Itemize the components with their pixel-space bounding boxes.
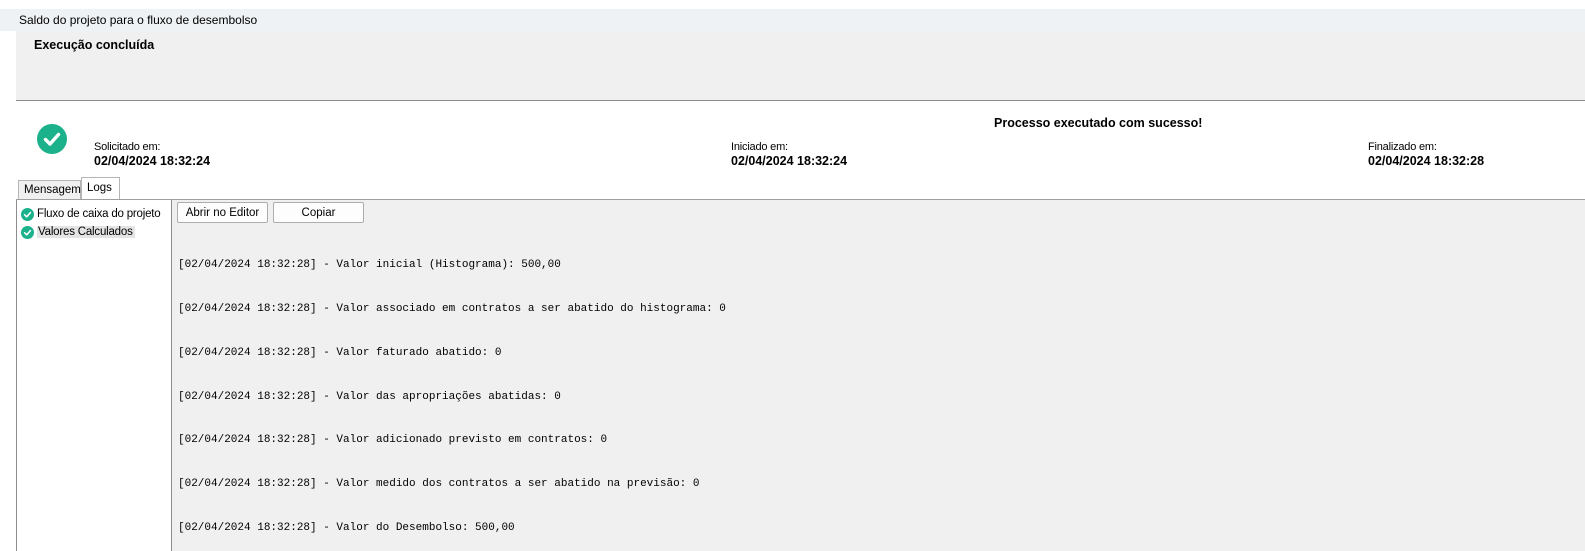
log-line: [02/04/2024 18:32:28] - Valor do Desembo… bbox=[178, 521, 515, 534]
finished-time-block: Finalizado em: 02/04/2024 18:32:28 bbox=[1368, 141, 1484, 168]
status-message: Processo executado com sucesso! bbox=[994, 116, 1203, 130]
check-circle-icon bbox=[37, 124, 67, 154]
tab-mensagem[interactable]: Mensagem bbox=[18, 180, 81, 199]
tree-item-valores-calculados[interactable]: Valores Calculados bbox=[17, 223, 171, 241]
open-in-editor-button[interactable]: Abrir no Editor bbox=[177, 202, 268, 223]
started-value: 02/04/2024 18:32:24 bbox=[731, 154, 848, 168]
log-line: [02/04/2024 18:32:28] - Valor das apropr… bbox=[178, 390, 561, 403]
tree-item-label: Valores Calculados bbox=[37, 226, 135, 238]
started-time-block: Iniciado em: 02/04/2024 18:32:24 bbox=[731, 141, 847, 168]
log-panel: Abrir no Editor Copiar [02/04/2024 18:32… bbox=[172, 200, 1585, 551]
tree-item-label: Fluxo de caixa do projeto bbox=[37, 208, 161, 220]
requested-value: 02/04/2024 18:32:24 bbox=[94, 154, 211, 168]
logs-content: Fluxo de caixa do projeto Valores Calcul… bbox=[16, 199, 1585, 551]
tree-item-fluxo-de-caixa[interactable]: Fluxo de caixa do projeto bbox=[17, 205, 171, 223]
log-line: [02/04/2024 18:32:28] - Valor inicial (H… bbox=[178, 259, 561, 272]
started-label: Iniciado em: bbox=[731, 141, 788, 153]
log-tree: Fluxo de caixa do projeto Valores Calcul… bbox=[16, 200, 172, 551]
log-line: [02/04/2024 18:32:28] - Valor adicionado… bbox=[178, 434, 608, 447]
log-text-area[interactable]: [02/04/2024 18:32:28] - Valor inicial (H… bbox=[178, 229, 726, 551]
check-circle-icon bbox=[21, 207, 34, 221]
execution-state-title: Execução concluída bbox=[34, 38, 155, 52]
log-line: [02/04/2024 18:32:28] - Valor medido dos… bbox=[178, 478, 700, 491]
window-title: Saldo do projeto para o fluxo de desembo… bbox=[0, 9, 1585, 31]
finished-label: Finalizado em: bbox=[1368, 141, 1437, 153]
tab-logs[interactable]: Logs bbox=[81, 177, 120, 200]
check-circle-icon bbox=[21, 225, 34, 239]
requested-time-block: Solicitado em: 02/04/2024 18:32:24 bbox=[94, 141, 210, 168]
requested-label: Solicitado em: bbox=[94, 141, 161, 153]
finished-value: 02/04/2024 18:32:28 bbox=[1368, 154, 1485, 168]
header-panel: Execução concluída bbox=[16, 31, 1585, 101]
copy-button[interactable]: Copiar bbox=[273, 202, 364, 223]
log-line: [02/04/2024 18:32:28] - Valor associado … bbox=[178, 302, 726, 315]
log-line: [02/04/2024 18:32:28] - Valor faturado a… bbox=[178, 346, 502, 359]
